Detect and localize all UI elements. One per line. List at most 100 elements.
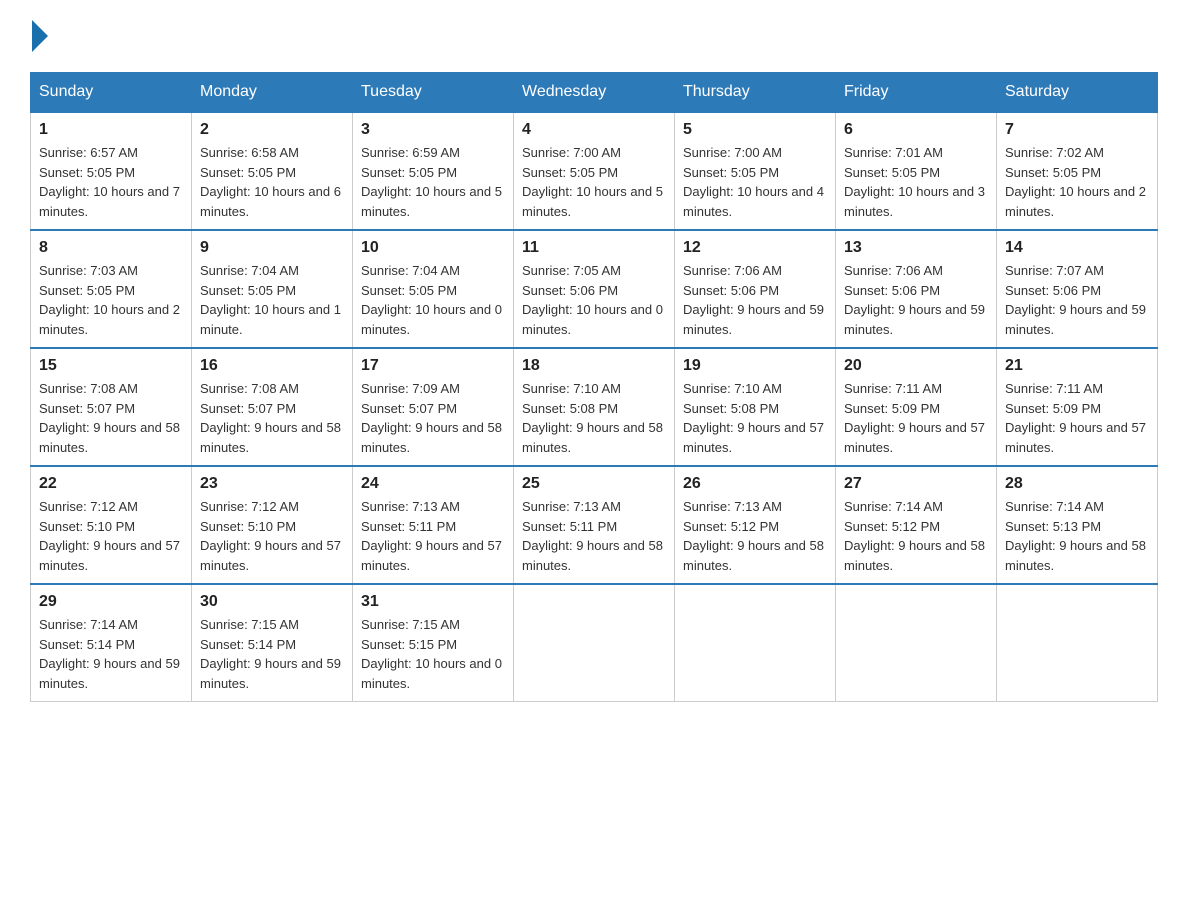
- day-info: Sunrise: 7:13 AMSunset: 5:12 PMDaylight:…: [683, 499, 824, 573]
- calendar-cell: [514, 584, 675, 702]
- calendar-cell: 3 Sunrise: 6:59 AMSunset: 5:05 PMDaylight…: [353, 112, 514, 230]
- col-header-saturday: Saturday: [997, 73, 1158, 113]
- day-info: Sunrise: 7:15 AMSunset: 5:15 PMDaylight:…: [361, 617, 502, 691]
- day-info: Sunrise: 7:10 AMSunset: 5:08 PMDaylight:…: [522, 381, 663, 455]
- day-info: Sunrise: 7:00 AMSunset: 5:05 PMDaylight:…: [522, 145, 663, 219]
- day-info: Sunrise: 6:57 AMSunset: 5:05 PMDaylight:…: [39, 145, 180, 219]
- calendar-cell: 18 Sunrise: 7:10 AMSunset: 5:08 PMDayligh…: [514, 348, 675, 466]
- calendar-week-row: 1Sunrise: 6:57 AMSunset: 5:05 PMDaylight…: [31, 112, 1158, 230]
- calendar-cell: 5Sunrise: 7:00 AMSunset: 5:05 PMDaylight…: [675, 112, 836, 230]
- day-info: Sunrise: 6:58 AMSunset: 5:05 PMDaylight:…: [200, 145, 341, 219]
- col-header-wednesday: Wednesday: [514, 73, 675, 113]
- day-number: 26: [683, 475, 827, 493]
- calendar-cell: 13Sunrise: 7:06 AMSunset: 5:06 PMDayligh…: [836, 230, 997, 348]
- col-header-sunday: Sunday: [31, 73, 192, 113]
- day-number: 21: [1005, 357, 1149, 375]
- day-number: 9: [200, 239, 344, 257]
- day-info: Sunrise: 7:06 AMSunset: 5:06 PMDaylight:…: [683, 263, 824, 337]
- calendar-cell: 26 Sunrise: 7:13 AMSunset: 5:12 PMDayligh…: [675, 466, 836, 584]
- day-info: Sunrise: 7:06 AMSunset: 5:06 PMDaylight:…: [844, 263, 985, 337]
- day-number: 27: [844, 475, 988, 493]
- calendar-cell: 28 Sunrise: 7:14 AMSunset: 5:13 PMDayligh…: [997, 466, 1158, 584]
- calendar-cell: 25 Sunrise: 7:13 AMSunset: 5:11 PMDayligh…: [514, 466, 675, 584]
- calendar-cell: 22 Sunrise: 7:12 AMSunset: 5:10 PMDayligh…: [31, 466, 192, 584]
- day-info: Sunrise: 7:14 AMSunset: 5:14 PMDaylight:…: [39, 617, 180, 691]
- calendar-cell: 30Sunrise: 7:15 AMSunset: 5:14 PMDayligh…: [192, 584, 353, 702]
- day-number: 7: [1005, 121, 1149, 139]
- calendar-cell: 14 Sunrise: 7:07 AMSunset: 5:06 PMDayligh…: [997, 230, 1158, 348]
- calendar-cell: 29 Sunrise: 7:14 AMSunset: 5:14 PMDayligh…: [31, 584, 192, 702]
- day-number: 8: [39, 239, 183, 257]
- day-number: 2: [200, 121, 344, 139]
- day-info: Sunrise: 7:08 AMSunset: 5:07 PMDaylight:…: [200, 381, 341, 455]
- day-number: 18: [522, 357, 666, 375]
- day-number: 23: [200, 475, 344, 493]
- calendar-week-row: 8 Sunrise: 7:03 AMSunset: 5:05 PMDaylight…: [31, 230, 1158, 348]
- day-info: Sunrise: 7:01 AMSunset: 5:05 PMDaylight:…: [844, 145, 985, 219]
- day-info: Sunrise: 7:14 AMSunset: 5:12 PMDaylight:…: [844, 499, 985, 573]
- calendar-cell: 23 Sunrise: 7:12 AMSunset: 5:10 PMDayligh…: [192, 466, 353, 584]
- day-info: Sunrise: 7:12 AMSunset: 5:10 PMDaylight:…: [200, 499, 341, 573]
- day-number: 24: [361, 475, 505, 493]
- day-number: 16: [200, 357, 344, 375]
- day-number: 25: [522, 475, 666, 493]
- calendar-cell: 17Sunrise: 7:09 AMSunset: 5:07 PMDayligh…: [353, 348, 514, 466]
- calendar-cell: 19 Sunrise: 7:10 AMSunset: 5:08 PMDayligh…: [675, 348, 836, 466]
- calendar-cell: [675, 584, 836, 702]
- day-number: 29: [39, 593, 183, 611]
- day-info: Sunrise: 7:02 AMSunset: 5:05 PMDaylight:…: [1005, 145, 1146, 219]
- day-info: Sunrise: 6:59 AMSunset: 5:05 PMDaylight:…: [361, 145, 502, 219]
- day-info: Sunrise: 7:14 AMSunset: 5:13 PMDaylight:…: [1005, 499, 1146, 573]
- day-number: 14: [1005, 239, 1149, 257]
- day-number: 19: [683, 357, 827, 375]
- calendar-cell: 24 Sunrise: 7:13 AMSunset: 5:11 PMDayligh…: [353, 466, 514, 584]
- day-number: 12: [683, 239, 827, 257]
- col-header-friday: Friday: [836, 73, 997, 113]
- calendar-cell: 4Sunrise: 7:00 AMSunset: 5:05 PMDaylight…: [514, 112, 675, 230]
- day-number: 6: [844, 121, 988, 139]
- day-info: Sunrise: 7:08 AMSunset: 5:07 PMDaylight:…: [39, 381, 180, 455]
- calendar-cell: 20 Sunrise: 7:11 AMSunset: 5:09 PMDayligh…: [836, 348, 997, 466]
- logo-triangle-icon: [32, 20, 48, 52]
- day-number: 31: [361, 593, 505, 611]
- calendar-week-row: 22 Sunrise: 7:12 AMSunset: 5:10 PMDayligh…: [31, 466, 1158, 584]
- calendar-cell: 12 Sunrise: 7:06 AMSunset: 5:06 PMDayligh…: [675, 230, 836, 348]
- calendar-week-row: 29 Sunrise: 7:14 AMSunset: 5:14 PMDayligh…: [31, 584, 1158, 702]
- calendar-cell: 6 Sunrise: 7:01 AMSunset: 5:05 PMDaylight…: [836, 112, 997, 230]
- day-info: Sunrise: 7:13 AMSunset: 5:11 PMDaylight:…: [361, 499, 502, 573]
- calendar-header-row: SundayMondayTuesdayWednesdayThursdayFrid…: [31, 73, 1158, 113]
- day-info: Sunrise: 7:03 AMSunset: 5:05 PMDaylight:…: [39, 263, 180, 337]
- day-info: Sunrise: 7:12 AMSunset: 5:10 PMDaylight:…: [39, 499, 180, 573]
- calendar-table: SundayMondayTuesdayWednesdayThursdayFrid…: [30, 72, 1158, 702]
- day-info: Sunrise: 7:11 AMSunset: 5:09 PMDaylight:…: [1005, 381, 1146, 455]
- day-number: 28: [1005, 475, 1149, 493]
- calendar-cell: 8 Sunrise: 7:03 AMSunset: 5:05 PMDaylight…: [31, 230, 192, 348]
- page-header: [30, 20, 1158, 52]
- day-info: Sunrise: 7:07 AMSunset: 5:06 PMDaylight:…: [1005, 263, 1146, 337]
- calendar-cell: 11 Sunrise: 7:05 AMSunset: 5:06 PMDayligh…: [514, 230, 675, 348]
- calendar-cell: 1Sunrise: 6:57 AMSunset: 5:05 PMDaylight…: [31, 112, 192, 230]
- day-info: Sunrise: 7:13 AMSunset: 5:11 PMDaylight:…: [522, 499, 663, 573]
- calendar-cell: 2 Sunrise: 6:58 AMSunset: 5:05 PMDaylight…: [192, 112, 353, 230]
- day-number: 20: [844, 357, 988, 375]
- day-info: Sunrise: 7:05 AMSunset: 5:06 PMDaylight:…: [522, 263, 663, 337]
- day-info: Sunrise: 7:04 AMSunset: 5:05 PMDaylight:…: [361, 263, 502, 337]
- day-number: 15: [39, 357, 183, 375]
- col-header-monday: Monday: [192, 73, 353, 113]
- day-number: 22: [39, 475, 183, 493]
- day-number: 10: [361, 239, 505, 257]
- day-number: 3: [361, 121, 505, 139]
- calendar-cell: 27 Sunrise: 7:14 AMSunset: 5:12 PMDayligh…: [836, 466, 997, 584]
- day-info: Sunrise: 7:10 AMSunset: 5:08 PMDaylight:…: [683, 381, 824, 455]
- calendar-cell: 9Sunrise: 7:04 AMSunset: 5:05 PMDaylight…: [192, 230, 353, 348]
- calendar-cell: 31 Sunrise: 7:15 AMSunset: 5:15 PMDayligh…: [353, 584, 514, 702]
- day-info: Sunrise: 7:11 AMSunset: 5:09 PMDaylight:…: [844, 381, 985, 455]
- col-header-tuesday: Tuesday: [353, 73, 514, 113]
- day-number: 11: [522, 239, 666, 257]
- calendar-cell: 7 Sunrise: 7:02 AMSunset: 5:05 PMDaylight…: [997, 112, 1158, 230]
- day-number: 5: [683, 121, 827, 139]
- calendar-cell: 21 Sunrise: 7:11 AMSunset: 5:09 PMDayligh…: [997, 348, 1158, 466]
- calendar-week-row: 15 Sunrise: 7:08 AMSunset: 5:07 PMDayligh…: [31, 348, 1158, 466]
- calendar-cell: 15 Sunrise: 7:08 AMSunset: 5:07 PMDayligh…: [31, 348, 192, 466]
- day-info: Sunrise: 7:15 AMSunset: 5:14 PMDaylight:…: [200, 617, 341, 691]
